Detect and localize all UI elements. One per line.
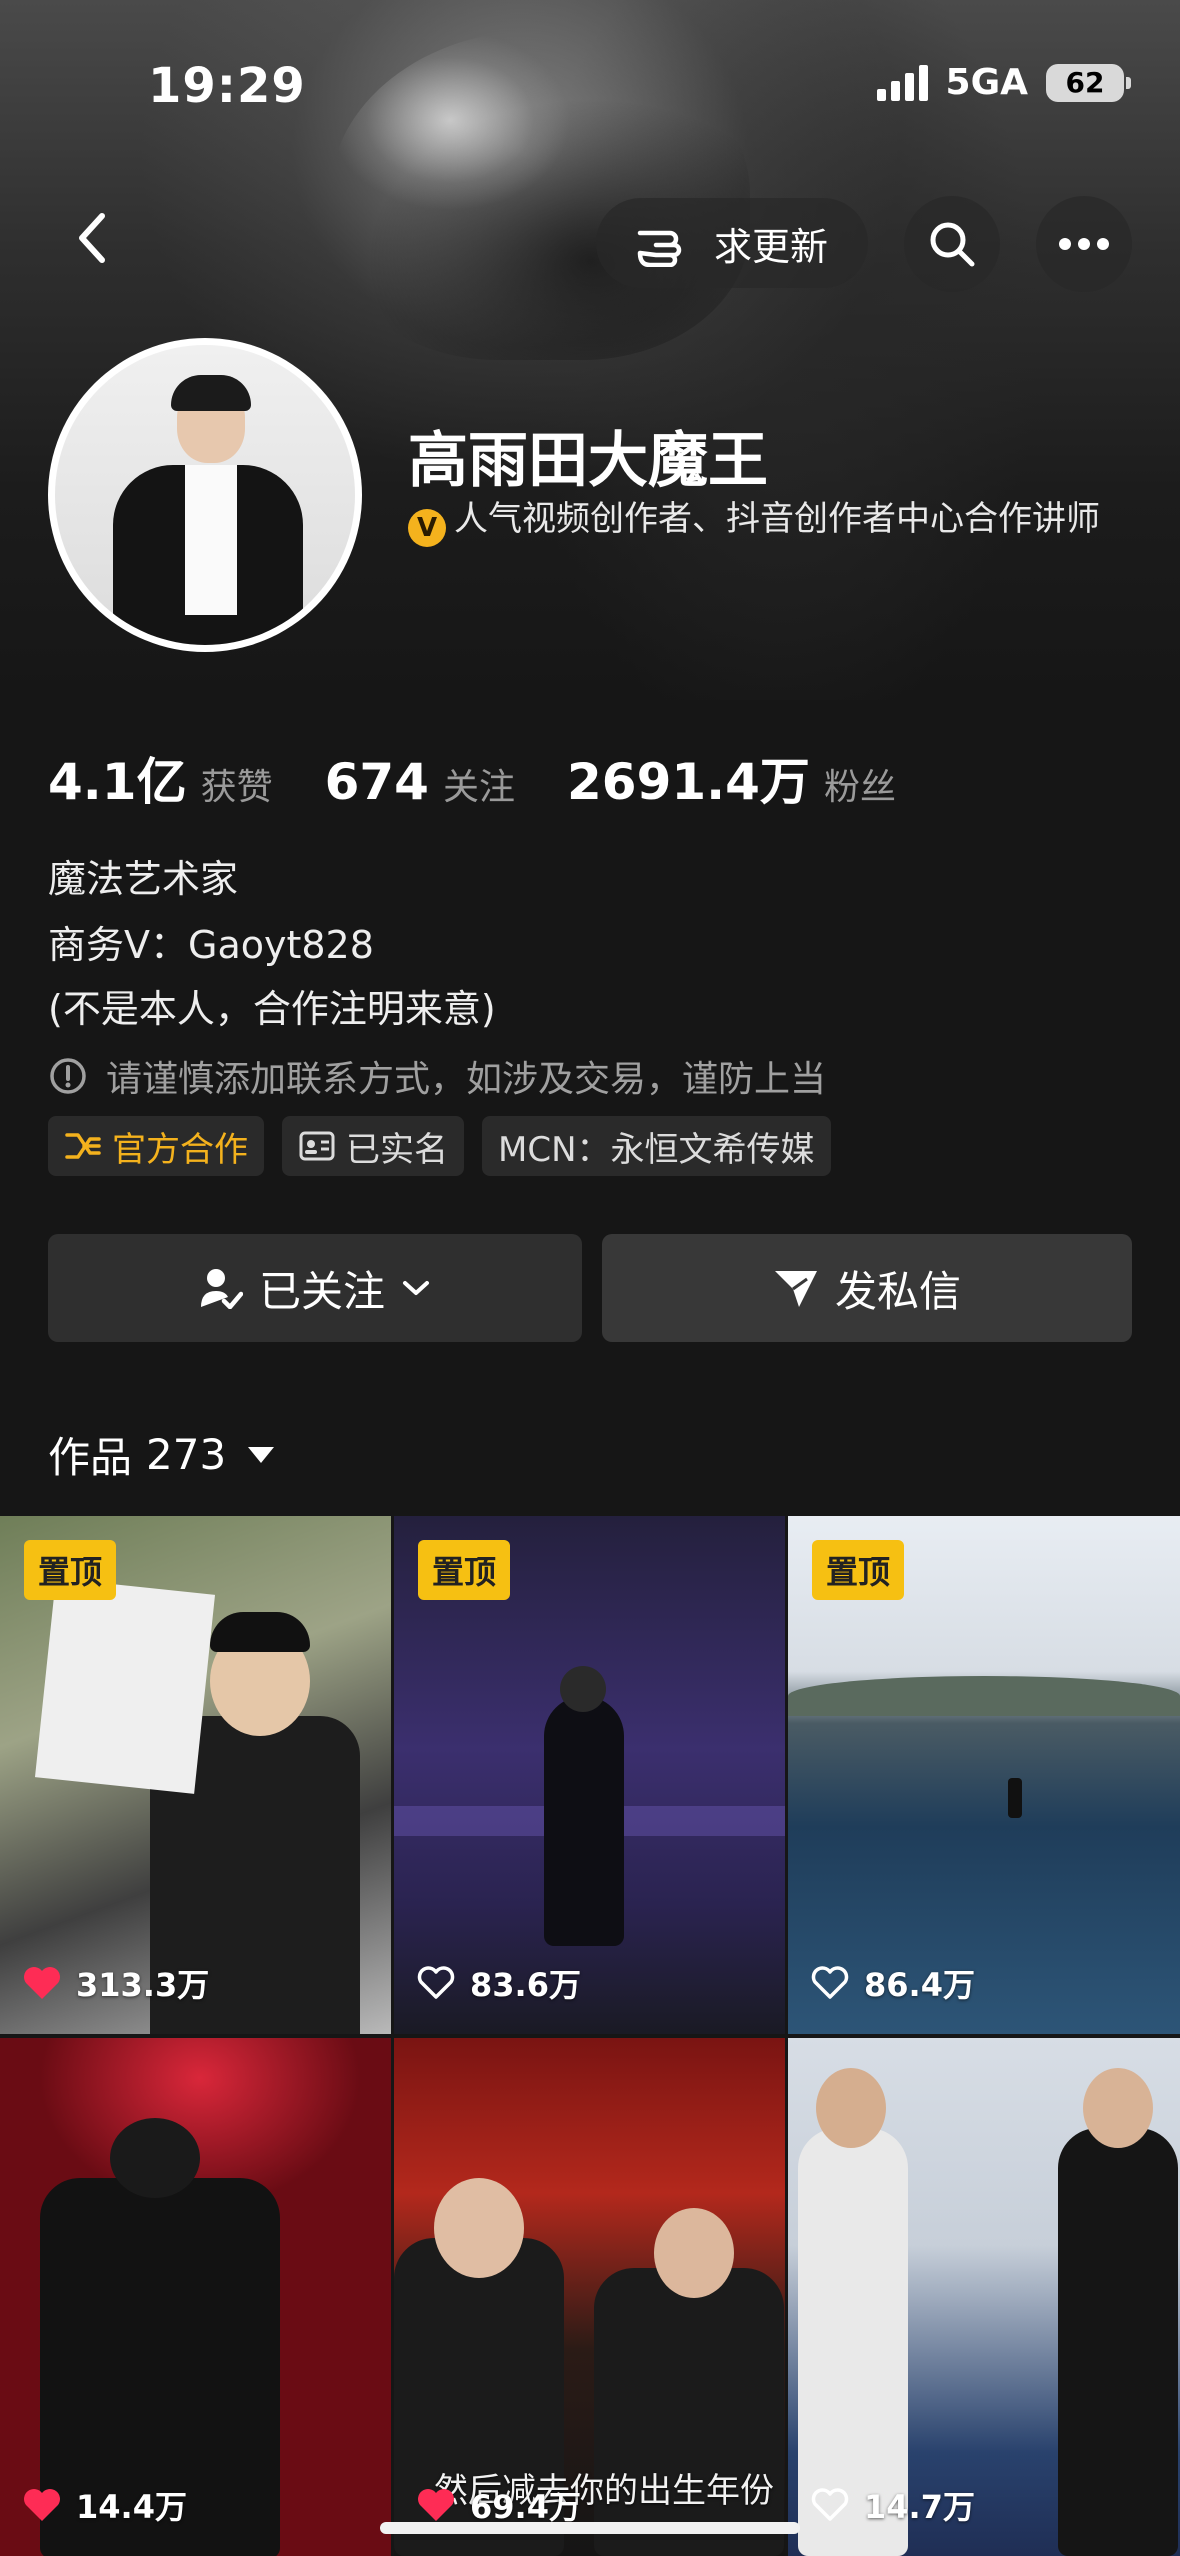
header-cover-photo	[330, 30, 750, 360]
video-likes: 14.4万	[22, 2482, 187, 2528]
pointing-hand-icon	[637, 230, 682, 267]
following-label: 已关注	[258, 1266, 385, 1316]
stat-following[interactable]: 674 关注	[325, 753, 515, 811]
tag-mcn[interactable]: MCN：永恒文希传媒	[482, 1116, 831, 1176]
profile-name: 高雨田大魔王	[408, 426, 768, 496]
bio-line: 魔法艺术家	[48, 857, 239, 901]
battery-icon: 62	[1046, 63, 1131, 102]
heart-filled-icon	[418, 2489, 454, 2521]
send-message-button[interactable]: 发私信	[602, 1234, 1132, 1342]
chevron-down-icon	[403, 1281, 429, 1295]
more-button[interactable]	[1036, 196, 1132, 292]
heart-outline-icon	[417, 1966, 455, 1999]
video-likes: 14.7万	[810, 2482, 975, 2528]
video-tile[interactable]: 置顶 313.3万	[0, 1516, 391, 2034]
chevron-left-icon	[79, 213, 105, 263]
network-type: 5GA	[945, 62, 1028, 103]
profile-tags: 官方合作 已实名 MCN：永恒文希传媒	[48, 1116, 831, 1176]
heart-outline-icon	[811, 2488, 849, 2521]
stat-label: 获赞	[200, 767, 273, 808]
pinned-badge: 置顶	[812, 1540, 905, 1600]
following-button[interactable]: 已关注	[48, 1234, 582, 1342]
video-tile[interactable]: 置顶 86.4万	[788, 1516, 1180, 2034]
avatar-photo	[55, 345, 355, 645]
tag-real-name-verified: 已实名	[282, 1116, 464, 1176]
likes-count: 86.4万	[864, 1966, 975, 2004]
verified-badge-icon: V	[408, 509, 446, 547]
video-tile[interactable]: 14.4万	[0, 2038, 391, 2556]
video-likes: 86.4万	[810, 1960, 975, 2006]
bio-line: 商务V：Gaoyt828	[48, 923, 374, 967]
stat-label: 关注	[442, 767, 515, 808]
status-time: 19:29	[148, 58, 306, 114]
handshake-icon	[65, 1133, 101, 1159]
video-likes: 313.3万	[22, 1960, 209, 2006]
request-update-button[interactable]: 求更新	[596, 198, 868, 288]
profile-stats: 4.1亿 获赞 674 关注 2691.4万 粉丝	[48, 742, 948, 814]
heart-filled-icon	[24, 1967, 60, 1999]
warning-text: 请谨慎添加联系方式，如涉及交易，谨防上当	[106, 1059, 827, 1100]
tag-official-cooperation[interactable]: 官方合作	[48, 1116, 264, 1176]
video-tile[interactable]: 然后减去你的出生年份 69.4万	[394, 2038, 785, 2556]
action-row: 已关注 发私信	[48, 1234, 1132, 1342]
send-message-label: 发私信	[834, 1266, 961, 1316]
tag-label: 已实名	[346, 1129, 448, 1170]
pinned-badge: 置顶	[418, 1540, 511, 1600]
video-grid: 置顶 313.3万 置顶 83.6万 置顶 86.4万 14.4万 然后减去你的…	[0, 1516, 1180, 2556]
send-icon	[774, 1271, 817, 1307]
home-indicator[interactable]	[380, 2522, 800, 2534]
video-tile[interactable]: 置顶 83.6万	[394, 1516, 785, 2034]
id-card-icon	[299, 1131, 335, 1161]
status-indicators: 5GA 62	[876, 62, 1131, 103]
safety-warning: 请谨慎添加联系方式，如涉及交易，谨防上当	[48, 1050, 826, 1102]
likes-count: 313.3万	[76, 1966, 210, 2004]
search-button[interactable]	[904, 196, 1000, 292]
bio-line: (不是本人，合作注明来意)	[48, 987, 496, 1031]
tag-label: MCN：永恒文希传媒	[498, 1129, 815, 1170]
verification-text: 人气视频创作者、抖音创作者中心合作讲师	[454, 499, 1100, 539]
likes-count: 83.6万	[470, 1966, 581, 2004]
pinned-badge: 置顶	[24, 1540, 117, 1600]
user-check-icon	[200, 1269, 243, 1309]
works-label: 作品	[48, 1433, 133, 1482]
warning-circle-icon	[50, 1058, 86, 1094]
stat-value: 674	[324, 753, 429, 811]
likes-count: 14.4万	[76, 2488, 187, 2526]
signal-icon	[876, 64, 928, 101]
heart-outline-icon	[811, 1966, 849, 1999]
stat-followers[interactable]: 2691.4万 粉丝	[567, 742, 896, 814]
video-likes: 83.6万	[416, 1960, 581, 2006]
back-button[interactable]	[60, 206, 124, 270]
stat-value: 2691.4万	[566, 753, 810, 811]
more-dots-icon	[1059, 238, 1109, 250]
heart-filled-icon	[24, 2489, 60, 2521]
works-tab[interactable]: 作品 273	[48, 1424, 275, 1485]
avatar[interactable]	[48, 338, 362, 652]
tag-label: 官方合作	[112, 1129, 248, 1170]
search-icon	[930, 222, 975, 267]
stat-label: 粉丝	[823, 767, 896, 808]
verification-line: V 人气视频创作者、抖音创作者中心合作讲师	[408, 496, 1128, 547]
dropdown-arrow-icon	[248, 1446, 275, 1463]
likes-count: 14.7万	[864, 2488, 975, 2526]
video-tile[interactable]: 14.7万	[788, 2038, 1180, 2556]
works-count: 273	[146, 1430, 227, 1479]
stat-value: 4.1亿	[48, 753, 187, 811]
request-update-label: 求更新	[713, 224, 828, 269]
stat-likes: 4.1亿 获赞	[48, 742, 273, 814]
